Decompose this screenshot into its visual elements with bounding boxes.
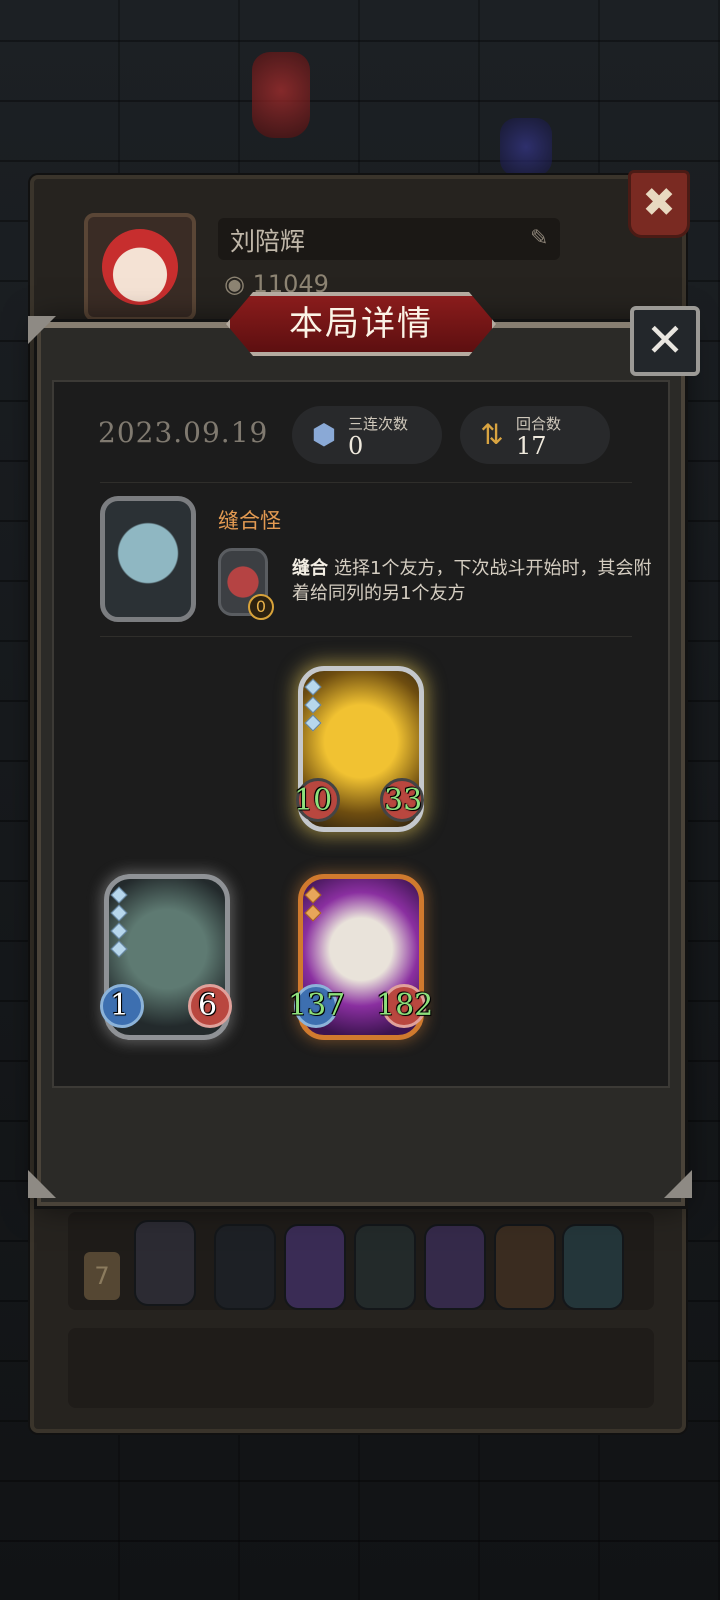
history-card-thumb bbox=[354, 1224, 416, 1310]
history-card-thumb bbox=[424, 1224, 486, 1310]
ability-description: 缝合 选择1个友方，下次战斗开始时，其会附着给同列的另1个友方 bbox=[292, 556, 652, 606]
red-jar-decoration bbox=[252, 52, 310, 138]
history-card-thumb bbox=[284, 1224, 346, 1310]
divider bbox=[100, 482, 632, 483]
rounds-label: 回合数 bbox=[516, 415, 562, 433]
ability-text: 选择1个友方，下次战斗开始时，其会附着给同列的另1个友方 bbox=[292, 558, 652, 604]
rank-badge: 7 bbox=[84, 1252, 120, 1300]
attack-value: 137 bbox=[288, 988, 346, 1023]
attack-value: 1 bbox=[110, 988, 130, 1023]
star-rank bbox=[304, 678, 322, 735]
avatar[interactable] bbox=[84, 213, 196, 321]
profile-close-button[interactable]: ✖ bbox=[628, 170, 690, 238]
close-icon: ✕ bbox=[645, 313, 685, 367]
triples-label: 三连次数 bbox=[348, 415, 409, 433]
history-card-thumb bbox=[214, 1224, 276, 1310]
history-card-thumb bbox=[494, 1224, 556, 1310]
rounds-stat: ⇅ 回合数 17 bbox=[460, 406, 610, 464]
blue-jar-decoration bbox=[500, 118, 552, 176]
health-value: 182 bbox=[376, 988, 434, 1023]
triples-value: 0 bbox=[348, 432, 364, 460]
match-date: 2023.09.19 bbox=[98, 416, 269, 449]
attack-value: 10 bbox=[294, 783, 333, 818]
history-card-thumb bbox=[562, 1224, 624, 1310]
close-icon: ✖ bbox=[642, 180, 676, 226]
health-value: 33 bbox=[384, 783, 423, 818]
player-name: 刘陪辉 bbox=[218, 218, 560, 260]
ability-count-badge: 0 bbox=[248, 594, 274, 620]
triples-stat: ⬢ 三连次数 0 bbox=[292, 406, 442, 464]
coin-icon: ◉ bbox=[224, 270, 253, 298]
triple-merge-icon: ⬢ bbox=[311, 418, 337, 451]
ability-name: 缝合 bbox=[292, 558, 328, 579]
history-hero-thumb bbox=[134, 1220, 196, 1306]
cycle-arrows-icon: ⇅ bbox=[480, 418, 504, 451]
divider bbox=[100, 636, 632, 637]
star-rank bbox=[110, 886, 128, 961]
history-row[interactable] bbox=[68, 1328, 654, 1408]
pencil-icon[interactable]: ✎ bbox=[530, 226, 548, 251]
dialog-title: 本局详情 bbox=[226, 292, 496, 356]
avatar-face-image bbox=[102, 229, 178, 305]
star-rank bbox=[304, 886, 322, 925]
hero-name: 缝合怪 bbox=[218, 509, 281, 533]
rounds-value: 17 bbox=[516, 432, 547, 460]
health-value: 6 bbox=[198, 988, 218, 1023]
close-button[interactable]: ✕ bbox=[630, 306, 700, 376]
hero-portrait[interactable] bbox=[100, 496, 196, 622]
